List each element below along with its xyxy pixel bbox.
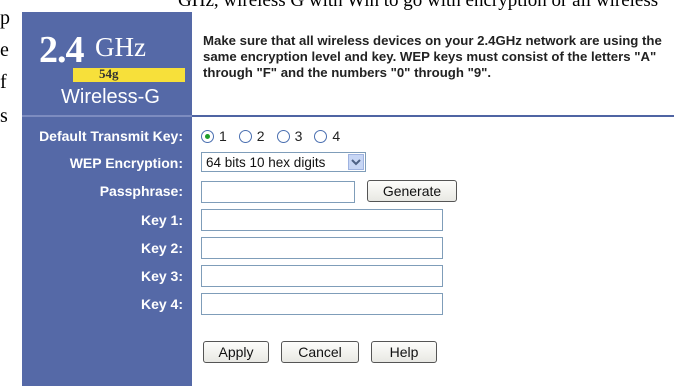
key3-label: Key 3: bbox=[140, 268, 183, 284]
passphrase-input[interactable] bbox=[201, 181, 355, 203]
background-top-text: GHz, wireless G with Win to go with encr… bbox=[178, 0, 659, 11]
header-divider bbox=[192, 115, 674, 117]
logo-ghz: GHz bbox=[95, 32, 146, 62]
wireless-g-logo: 2.4 GHz 54g Wireless-G bbox=[33, 22, 185, 110]
default-transmit-key-radios: 1 2 3 4 bbox=[201, 127, 352, 145]
radio-icon[interactable] bbox=[314, 129, 328, 143]
key4-label: Key 4: bbox=[140, 296, 183, 312]
radio-label: 3 bbox=[294, 128, 303, 144]
key4-input[interactable] bbox=[201, 293, 443, 315]
key-radio-3[interactable]: 3 bbox=[276, 128, 303, 144]
logo-band bbox=[73, 68, 185, 82]
radio-label: 2 bbox=[256, 128, 265, 144]
radio-selected-icon[interactable] bbox=[201, 129, 214, 143]
generate-button[interactable]: Generate bbox=[367, 180, 457, 202]
radio-icon[interactable] bbox=[276, 129, 290, 143]
wep-description: Make sure that all wireless devices on y… bbox=[203, 33, 662, 80]
wep-encryption-value: 64 bits 10 hex digits bbox=[206, 155, 326, 170]
key3-input[interactable] bbox=[201, 265, 443, 287]
background-letter: f bbox=[0, 71, 7, 93]
background-letter: p bbox=[0, 7, 10, 29]
default-transmit-key-label: Default Transmit Key: bbox=[39, 128, 183, 144]
help-button[interactable]: Help bbox=[371, 341, 437, 363]
logo-54g: 54g bbox=[99, 66, 119, 81]
radio-label: 1 bbox=[219, 128, 227, 144]
radio-icon[interactable] bbox=[238, 129, 252, 143]
key-radio-1[interactable]: 1 bbox=[201, 128, 227, 144]
wep-encryption-label: WEP Encryption: bbox=[69, 155, 183, 171]
key1-input[interactable] bbox=[201, 209, 443, 231]
wep-encryption-select[interactable]: 64 bits 10 hex digits bbox=[201, 152, 366, 172]
cancel-button[interactable]: Cancel bbox=[281, 341, 359, 363]
sidebar-divider bbox=[22, 115, 192, 117]
key1-label: Key 1: bbox=[140, 212, 183, 228]
key2-label: Key 2: bbox=[140, 240, 183, 256]
apply-button[interactable]: Apply bbox=[203, 341, 269, 363]
background-letter: s bbox=[0, 105, 8, 127]
background-left-margin: p e f s bbox=[0, 0, 22, 386]
key-radio-4[interactable]: 4 bbox=[314, 128, 340, 144]
logo-product-name: Wireless-G bbox=[61, 86, 160, 108]
key-radio-2[interactable]: 2 bbox=[238, 128, 265, 144]
background-document-text: GHz, wireless G with Win to go with encr… bbox=[0, 0, 674, 12]
key2-input[interactable] bbox=[201, 237, 443, 259]
logo-frequency: 2.4 bbox=[39, 29, 84, 71]
chevron-down-icon[interactable] bbox=[348, 154, 364, 170]
radio-label: 4 bbox=[332, 128, 341, 144]
passphrase-label: Passphrase: bbox=[99, 183, 183, 199]
background-letter: e bbox=[0, 39, 9, 61]
